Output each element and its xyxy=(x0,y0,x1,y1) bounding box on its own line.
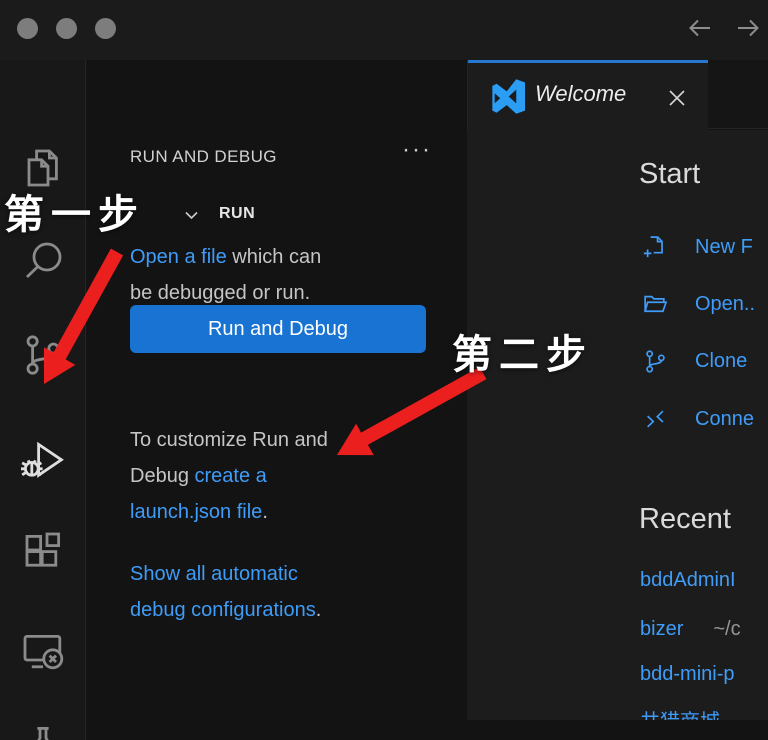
open-file-hint-text: Open a file which can be debugged or run… xyxy=(130,203,430,311)
tab-title: Welcome xyxy=(535,81,626,107)
open-folder-icon xyxy=(642,291,669,318)
testing-icon[interactable] xyxy=(19,722,67,740)
start-item-label: Conne xyxy=(695,408,754,431)
recent-item[interactable]: 共猎商城 xyxy=(640,706,750,720)
extensions-icon[interactable] xyxy=(19,530,67,578)
recent-path: ~/c xyxy=(713,618,740,641)
editor-tab-bar: Welcome xyxy=(467,60,768,130)
recent-heading: Recent xyxy=(639,503,731,536)
recent-link[interactable]: 共猎商城 xyxy=(640,705,720,721)
start-heading: Start xyxy=(639,158,700,191)
show-all-debug-configurations-link[interactable]: Show all automatic debug configurations xyxy=(130,563,316,621)
start-item-connect[interactable]: Conne xyxy=(642,406,754,433)
recent-item[interactable]: bizer ~/c xyxy=(640,616,741,642)
title-bar xyxy=(0,0,768,60)
recent-link[interactable]: bizer xyxy=(640,618,683,641)
recent-item[interactable]: bddAdminI xyxy=(640,567,766,593)
show-configurations-suffix: . xyxy=(316,599,322,621)
step1-annotation: 第一步 xyxy=(4,182,145,240)
open-a-file-link[interactable]: Open a file xyxy=(130,246,227,268)
search-icon[interactable] xyxy=(19,234,67,282)
show-configurations-text: Show all automatic debug configurations. xyxy=(130,520,430,628)
maximize-window-button[interactable] xyxy=(95,18,116,39)
welcome-page: Start New F Open.. Clone Conne xyxy=(467,130,768,720)
vscode-logo-icon xyxy=(490,79,525,114)
start-item-clone[interactable]: Clone xyxy=(642,348,747,375)
new-file-icon xyxy=(642,234,669,261)
run-and-debug-button[interactable]: Run and Debug xyxy=(130,305,426,353)
empty-tab-strip xyxy=(708,63,768,129)
source-control-icon[interactable] xyxy=(19,331,67,379)
close-window-button[interactable] xyxy=(17,18,38,39)
start-item-new-file[interactable]: New F xyxy=(642,234,753,261)
start-item-label: Clone xyxy=(695,350,747,373)
panel-title: RUN AND DEBUG xyxy=(130,147,277,167)
remote-explorer-icon[interactable] xyxy=(19,626,67,674)
navigate-back-icon[interactable] xyxy=(685,13,715,43)
customize-hint-text: To customize Run and Debug create a laun… xyxy=(130,386,430,530)
recent-link[interactable]: bddAdminI xyxy=(640,569,736,592)
minimize-window-button[interactable] xyxy=(56,18,77,39)
run-and-debug-icon[interactable] xyxy=(19,434,67,482)
connect-remote-icon xyxy=(642,406,669,433)
start-item-open[interactable]: Open.. xyxy=(642,291,755,318)
recent-link[interactable]: bdd-mini-p xyxy=(640,663,734,686)
more-actions-icon[interactable]: ··· xyxy=(402,136,432,164)
step2-annotation: 第二步 xyxy=(452,322,593,380)
clone-repository-icon xyxy=(642,348,669,375)
activity-bar xyxy=(0,60,86,740)
close-tab-icon[interactable] xyxy=(666,87,688,109)
start-item-label: Open.. xyxy=(695,293,755,316)
recent-item[interactable]: bdd-mini-p xyxy=(640,661,764,687)
tab-welcome[interactable]: Welcome xyxy=(468,60,708,130)
vscode-window: RUN AND DEBUG ··· RUN Open a file which … xyxy=(0,0,768,740)
start-item-label: New F xyxy=(695,236,753,259)
navigate-forward-icon[interactable] xyxy=(733,13,763,43)
editor-bottom-strip xyxy=(467,720,768,740)
